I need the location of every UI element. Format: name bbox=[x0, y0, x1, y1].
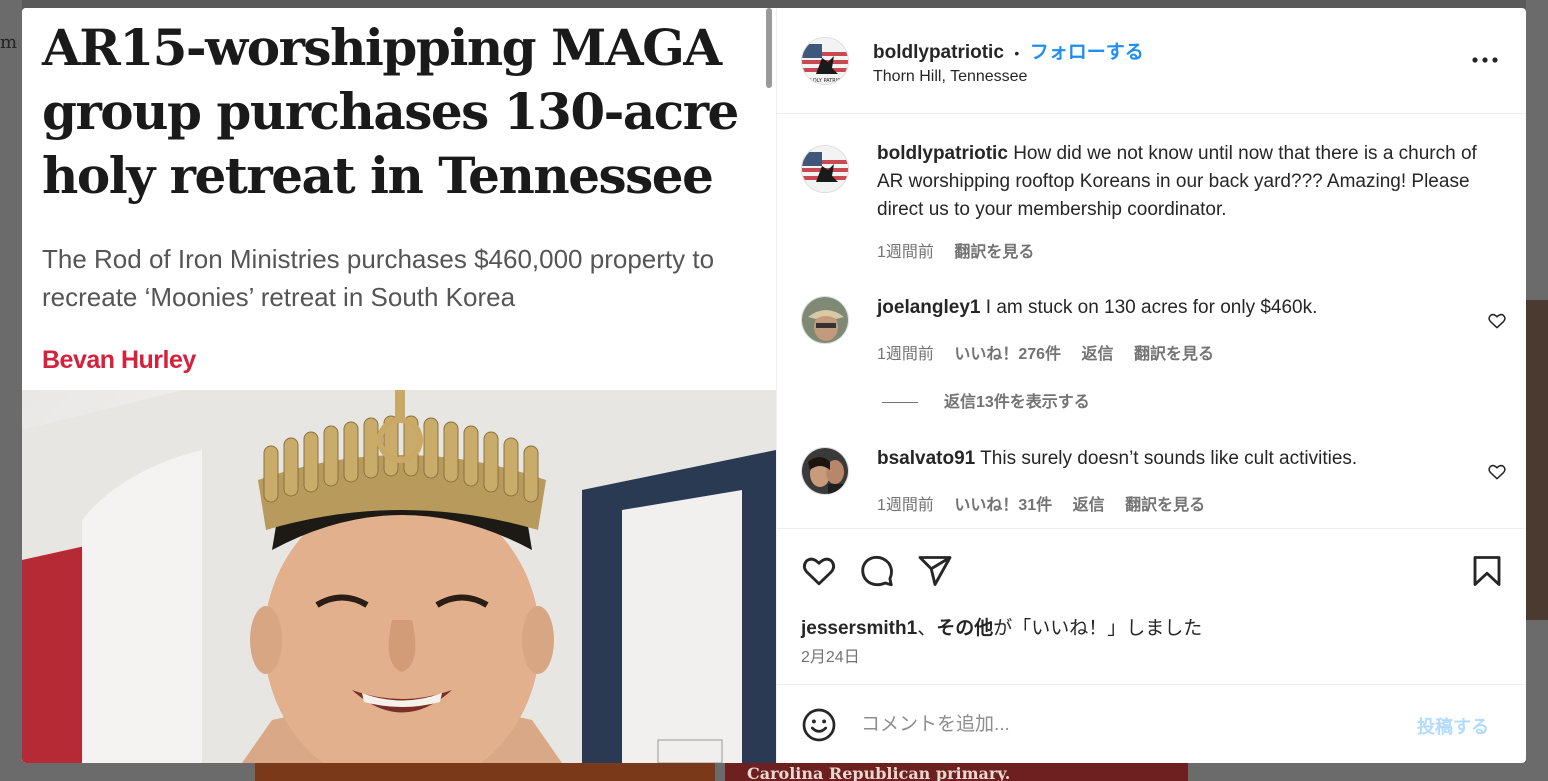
article-byline: Bevan Hurley bbox=[42, 346, 196, 374]
reply-button[interactable]: 返信 bbox=[1073, 497, 1105, 514]
svg-text:BOLDLY PATRIOTIC: BOLDLY PATRIOTIC bbox=[803, 78, 849, 84]
comment-like-heart-icon[interactable] bbox=[1487, 462, 1507, 482]
follow-button[interactable]: フォローする bbox=[1030, 42, 1144, 63]
man-with-crown-image bbox=[22, 390, 776, 763]
comment-item: bsalvato91 This surely doesn’t sounds li… bbox=[801, 445, 1506, 525]
post-media[interactable]: AR15-worshipping MAGA group purchases 13… bbox=[22, 8, 776, 763]
comment-item: joelangley1 I am stuck on 130 acres for … bbox=[801, 294, 1506, 374]
comment-bubble-icon[interactable] bbox=[859, 553, 895, 589]
commenter-avatar[interactable] bbox=[801, 447, 849, 495]
comment-time[interactable]: 1週間前 bbox=[877, 244, 934, 261]
likes-separator: 、 bbox=[917, 618, 937, 639]
background-image-strip bbox=[255, 763, 715, 781]
emoji-icon[interactable] bbox=[801, 707, 837, 743]
translate-button[interactable]: 翻訳を見る bbox=[1134, 346, 1214, 363]
comments-list[interactable]: boldlypatriotic How did we not know unti… bbox=[777, 114, 1526, 528]
reply-button[interactable]: 返信 bbox=[1082, 346, 1114, 363]
background-headline: Carolina Republican primary. bbox=[725, 763, 1188, 781]
article-subhead: The Rod of Iron Ministries purchases $46… bbox=[42, 244, 715, 312]
author-username[interactable]: boldlypatriotic bbox=[873, 42, 1004, 63]
flag-rider-avatar-icon bbox=[802, 146, 848, 192]
user-photo-avatar-icon bbox=[802, 297, 848, 343]
translate-button[interactable]: 翻訳を見る bbox=[1125, 497, 1205, 514]
comment-meta: 1週間前 いいね！31件 返信 翻訳を見る bbox=[877, 491, 1205, 515]
comment-likes-count[interactable]: いいね！31件 bbox=[954, 497, 1052, 514]
more-options-button[interactable] bbox=[1471, 46, 1499, 66]
separator-dot: • bbox=[1014, 45, 1020, 61]
comment-username[interactable]: boldlypatriotic bbox=[877, 143, 1008, 164]
article-photo bbox=[22, 390, 776, 763]
background-photo bbox=[1526, 300, 1548, 620]
bookmark-icon[interactable] bbox=[1469, 553, 1505, 589]
post-location[interactable]: Thorn Hill, Tennessee bbox=[873, 68, 1027, 86]
comment-text: I am stuck on 130 acres for only $460k. bbox=[985, 297, 1318, 318]
article-headline: AR15-worshipping MAGA group purchases 13… bbox=[42, 18, 739, 205]
likes-others-link[interactable]: その他 bbox=[936, 618, 993, 639]
comment-like-heart-icon[interactable] bbox=[1487, 311, 1507, 331]
comment-likes-count[interactable]: いいね！276件 bbox=[954, 346, 1061, 363]
commenter-avatar[interactable] bbox=[801, 145, 849, 193]
background-page-right bbox=[1526, 0, 1548, 781]
comment-body: bsalvato91 This surely doesn’t sounds li… bbox=[877, 445, 1477, 473]
comment-text: This surely doesn’t sounds like cult act… bbox=[980, 448, 1358, 469]
like-heart-icon[interactable] bbox=[801, 553, 837, 589]
background-page-bottom: Carolina Republican primary. bbox=[22, 763, 1526, 781]
post-comment-button[interactable]: 投稿する bbox=[1417, 713, 1489, 739]
likes-summary: jessersmith1、その他が「いいね！」しました bbox=[801, 613, 1202, 640]
view-replies-label: 返信13件を表示する bbox=[944, 394, 1090, 411]
translate-button[interactable]: 翻訳を見る bbox=[954, 244, 1034, 261]
post-date[interactable]: 2月24日 bbox=[801, 643, 860, 667]
view-replies-button[interactable]: 返信13件を表示する bbox=[882, 388, 1090, 412]
author-avatar[interactable]: BOLDLY PATRIOTIC bbox=[801, 37, 849, 85]
background-page-left: m bbox=[0, 0, 22, 781]
author-line: boldlypatriotic • フォローする bbox=[873, 37, 1144, 64]
more-icon bbox=[1472, 57, 1498, 63]
comment-time[interactable]: 1週間前 bbox=[877, 346, 934, 363]
likes-suffix: が「いいね！」しました bbox=[993, 618, 1203, 639]
liker-username[interactable]: jessersmith1 bbox=[801, 618, 917, 639]
post-header: BOLDLY PATRIOTIC boldlypatriotic • フォローす… bbox=[777, 8, 1526, 114]
commenter-avatar[interactable] bbox=[801, 296, 849, 344]
share-send-icon[interactable] bbox=[917, 553, 953, 589]
comment-meta: 1週間前 翻訳を見る bbox=[877, 238, 1034, 262]
post-actions: jessersmith1、その他が「いいね！」しました 2月24日 bbox=[777, 528, 1526, 684]
flag-rider-avatar-icon: BOLDLY PATRIOTIC bbox=[802, 38, 849, 84]
comment-input[interactable] bbox=[861, 709, 1381, 741]
comment-body: joelangley1 I am stuck on 130 acres for … bbox=[877, 294, 1477, 322]
media-scrollbar[interactable] bbox=[766, 8, 772, 88]
user-photo-avatar-icon bbox=[802, 448, 848, 494]
comment-composer: 投稿する bbox=[777, 684, 1526, 763]
comment-username[interactable]: bsalvato91 bbox=[877, 448, 975, 469]
comments-panel: BOLDLY PATRIOTIC boldlypatriotic • フォローす… bbox=[776, 8, 1526, 763]
background-fragment: m bbox=[0, 32, 18, 53]
comment-body: boldlypatriotic How did we not know unti… bbox=[877, 140, 1477, 224]
comment-username[interactable]: joelangley1 bbox=[877, 297, 981, 318]
comment-meta: 1週間前 いいね！276件 返信 翻訳を見る bbox=[877, 340, 1214, 364]
caption-comment: boldlypatriotic How did we not know unti… bbox=[801, 140, 1501, 262]
post-modal: AR15-worshipping MAGA group purchases 13… bbox=[22, 8, 1526, 763]
replies-line bbox=[882, 402, 918, 404]
comment-time[interactable]: 1週間前 bbox=[877, 497, 934, 514]
